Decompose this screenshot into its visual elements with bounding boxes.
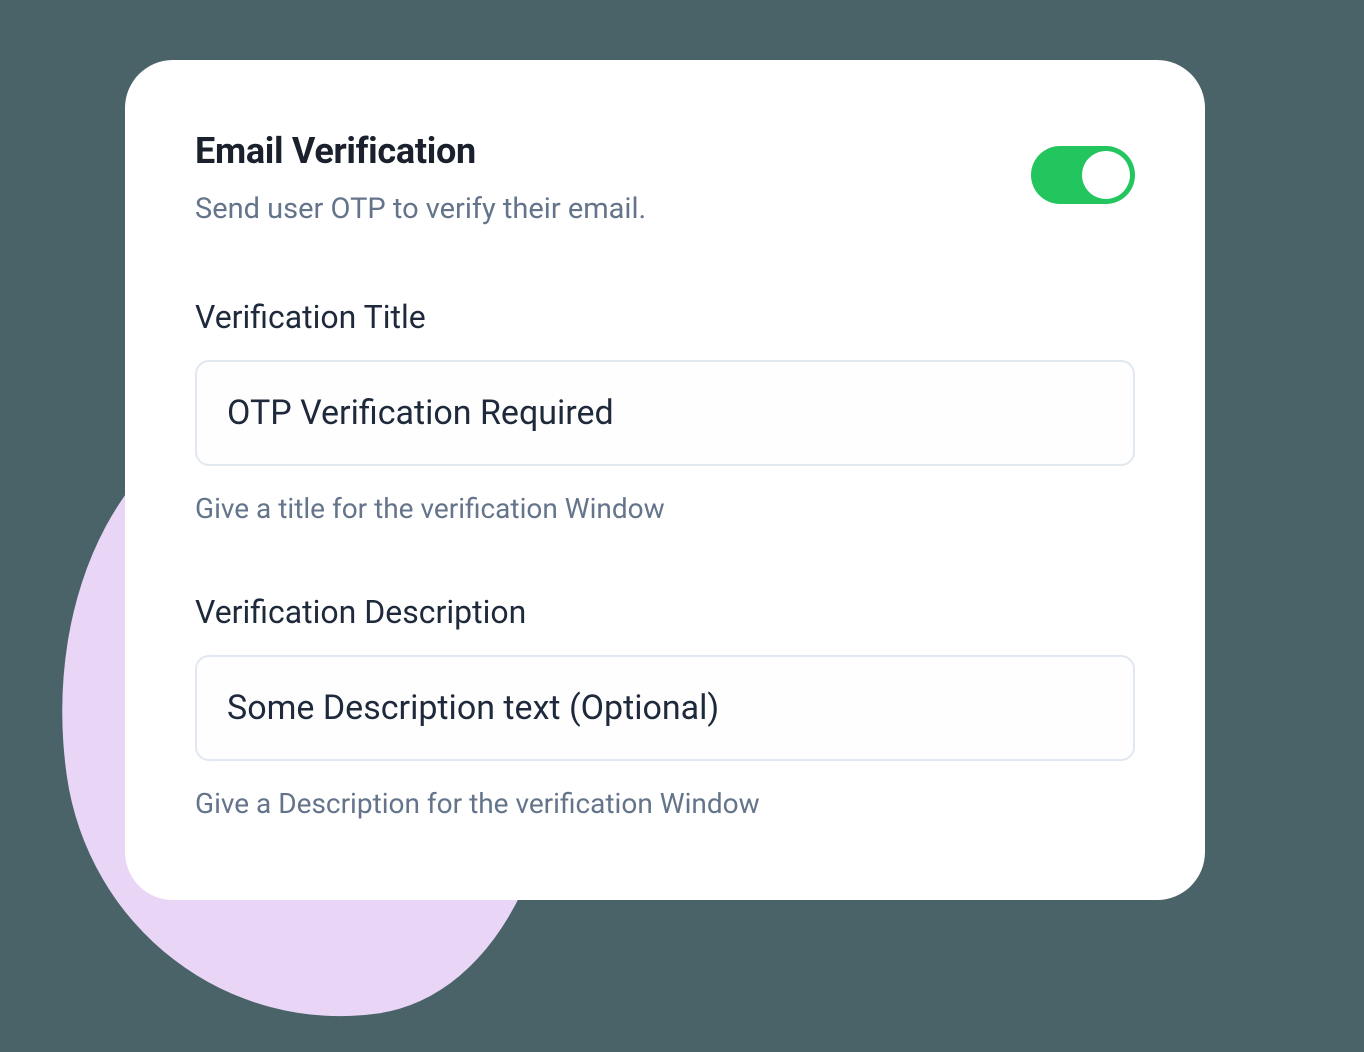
verification-description-label: Verification Description	[195, 593, 1135, 631]
header-text: Email Verification Send user OTP to veri…	[195, 130, 1031, 226]
email-verification-toggle[interactable]	[1031, 146, 1135, 204]
section-title: Email Verification	[195, 130, 1031, 172]
toggle-knob	[1082, 151, 1130, 199]
verification-description-input[interactable]	[195, 655, 1135, 761]
verification-title-input[interactable]	[195, 360, 1135, 466]
verification-title-hint: Give a title for the verification Window	[195, 492, 1135, 525]
section-subtitle: Send user OTP to verify their email.	[195, 192, 1031, 226]
email-verification-card: Email Verification Send user OTP to veri…	[125, 60, 1205, 900]
verification-title-group: Verification Title Give a title for the …	[195, 298, 1135, 525]
verification-title-label: Verification Title	[195, 298, 1135, 336]
verification-description-group: Verification Description Give a Descript…	[195, 593, 1135, 820]
verification-description-hint: Give a Description for the verification …	[195, 787, 1135, 820]
card-header: Email Verification Send user OTP to veri…	[195, 130, 1135, 226]
